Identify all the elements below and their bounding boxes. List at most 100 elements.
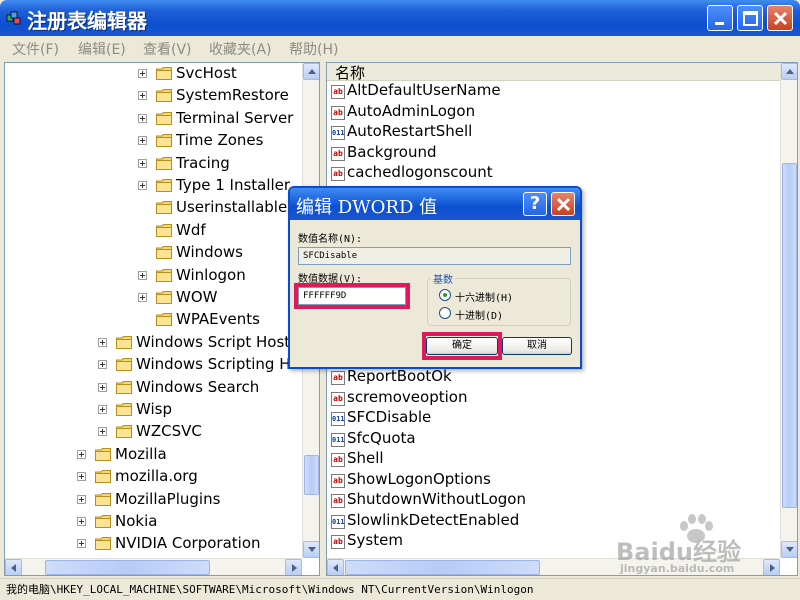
menu-help[interactable]: 帮助(H) xyxy=(289,39,338,59)
expand-plus-icon[interactable] xyxy=(98,337,107,347)
cancel-button[interactable]: 取消 xyxy=(502,337,572,355)
base-group-title: 基数 xyxy=(431,271,455,286)
folder-icon xyxy=(116,425,132,439)
value-name-text: SFCDisable xyxy=(303,251,358,261)
status-path: 我的电脑\HKEY_LOCAL_MACHINE\SOFTWARE\Microso… xyxy=(6,583,534,596)
folder-icon xyxy=(156,179,172,192)
folder-icon xyxy=(95,470,111,484)
scroll-down-button[interactable] xyxy=(303,541,319,558)
expand-plus-icon[interactable] xyxy=(138,293,147,302)
tree-item-label: Tracing xyxy=(176,153,230,172)
values-vertical-scrollbar[interactable] xyxy=(780,63,797,558)
scroll-thumb[interactable] xyxy=(304,455,319,495)
tree-item-label: Userinstallable.d xyxy=(176,198,302,217)
column-header-name[interactable]: 名称 xyxy=(327,63,782,82)
maximize-button[interactable] xyxy=(737,5,763,31)
expand-plus-icon[interactable] xyxy=(98,427,107,437)
expand-plus-icon[interactable] xyxy=(138,91,147,101)
dialog-title-bar[interactable]: 编辑 DWORD 值 ? xyxy=(290,188,580,220)
scroll-thumb[interactable] xyxy=(345,560,540,575)
list-item-label: ReportBootOk xyxy=(347,367,452,385)
dialog-close-button[interactable] xyxy=(551,192,575,216)
scroll-left-button[interactable] xyxy=(327,559,344,575)
string-value-icon: ab xyxy=(331,535,345,549)
scroll-left-button[interactable] xyxy=(5,559,22,575)
expand-plus-icon[interactable] xyxy=(77,539,86,549)
tree-item-label: Type 1 Installer xyxy=(176,176,291,194)
cancel-button-label: 取消 xyxy=(527,340,547,351)
value-data-input[interactable]: FFFFFF9D xyxy=(298,287,406,305)
scroll-up-button[interactable] xyxy=(303,63,319,80)
tree-item-label: WOW xyxy=(176,288,218,306)
decimal-radio[interactable] xyxy=(439,307,451,319)
expand-plus-icon[interactable] xyxy=(77,449,86,459)
tree-item-label: Mozilla xyxy=(115,444,167,463)
tree-item-label: MozillaPlugins xyxy=(115,489,221,508)
title-bar[interactable]: 注册表编辑器 xyxy=(0,0,800,36)
folder-icon xyxy=(116,403,132,416)
scroll-thumb[interactable] xyxy=(45,560,210,575)
help-icon: ? xyxy=(529,193,541,214)
ok-button-label: 确定 xyxy=(452,340,472,351)
menu-favorites[interactable]: 收藏夹(A) xyxy=(209,39,272,59)
scroll-thumb[interactable] xyxy=(782,163,797,508)
tree-item-label: Winlogon xyxy=(176,265,246,284)
string-value-icon: ab xyxy=(331,371,345,385)
menu-file[interactable]: 文件(F) xyxy=(12,39,59,59)
minimize-button[interactable] xyxy=(707,5,733,31)
status-bar: 我的电脑\HKEY_LOCAL_MACHINE\SOFTWARE\Microso… xyxy=(0,578,800,600)
tree-item-label: Windows Scripting Hos xyxy=(136,355,308,374)
close-icon xyxy=(773,11,788,26)
hex-radio[interactable] xyxy=(439,289,451,301)
list-item-label: SFCDisable xyxy=(347,408,432,426)
decimal-radio-label[interactable]: 十进制(D) xyxy=(455,307,503,322)
close-button[interactable] xyxy=(767,5,793,31)
folder-icon xyxy=(156,201,172,215)
list-item-label: SfcQuota xyxy=(347,429,416,447)
value-name-label: 数值名称(N): xyxy=(298,234,363,245)
string-value-icon: ab xyxy=(331,392,345,406)
hex-radio-label[interactable]: 十六进制(H) xyxy=(455,289,513,304)
string-value-icon: ab xyxy=(331,106,345,120)
expand-plus-icon[interactable] xyxy=(138,113,147,123)
expand-plus-icon[interactable] xyxy=(77,472,86,482)
string-value-icon: ab xyxy=(331,453,345,467)
scroll-up-button[interactable] xyxy=(781,63,797,80)
chevron-up-icon xyxy=(308,69,316,74)
expand-plus-icon[interactable] xyxy=(138,270,147,280)
expand-plus-icon[interactable] xyxy=(77,494,86,504)
registry-tree-pane[interactable]: SvcHost SystemRestore Terminal Server Time … xyxy=(4,62,320,576)
expand-plus-icon[interactable] xyxy=(98,360,107,370)
tree-horizontal-scrollbar[interactable] xyxy=(5,558,302,575)
expand-plus-icon[interactable] xyxy=(138,69,147,78)
value-data-text: FFFFFF9D xyxy=(303,291,347,301)
string-value-icon: ab xyxy=(331,474,345,488)
menu-view[interactable]: 查看(V) xyxy=(143,39,192,59)
tree-item-label: Wdf xyxy=(176,220,206,239)
scroll-right-button[interactable] xyxy=(285,559,302,575)
list-item-label: AutoRestartShell xyxy=(347,122,473,140)
tree-item-label: Nokia xyxy=(115,512,158,530)
expand-plus-icon[interactable] xyxy=(138,181,147,190)
folder-icon xyxy=(156,134,172,148)
expand-plus-icon[interactable] xyxy=(77,517,86,526)
folder-icon xyxy=(116,380,132,394)
watermark-url: jingyan.baidu.com xyxy=(620,562,735,575)
tree-item-label: Windows xyxy=(176,243,243,262)
folder-icon xyxy=(156,223,172,237)
expand-plus-icon[interactable] xyxy=(98,382,107,392)
list-item-label: ShutdownWithoutLogon xyxy=(347,490,526,508)
dialog-title: 编辑 DWORD 值 xyxy=(296,197,438,218)
help-button[interactable]: ? xyxy=(523,192,547,216)
expand-plus-icon[interactable] xyxy=(138,136,147,146)
binary-value-icon: 011 xyxy=(331,515,345,529)
menu-edit[interactable]: 编辑(E) xyxy=(78,39,126,59)
binary-value-icon: 011 xyxy=(331,412,345,426)
ok-button[interactable]: 确定 xyxy=(426,337,498,355)
edit-dword-dialog: 编辑 DWORD 值 ? 数值名称(N): SFCDisable 数值数据(V)… xyxy=(288,186,582,369)
list-item-label: AltDefaultUserName xyxy=(347,81,501,99)
expand-plus-icon[interactable] xyxy=(138,158,147,168)
folder-icon xyxy=(156,246,172,260)
tree-item-label: Terminal Server xyxy=(176,108,294,127)
expand-plus-icon[interactable] xyxy=(98,405,107,414)
